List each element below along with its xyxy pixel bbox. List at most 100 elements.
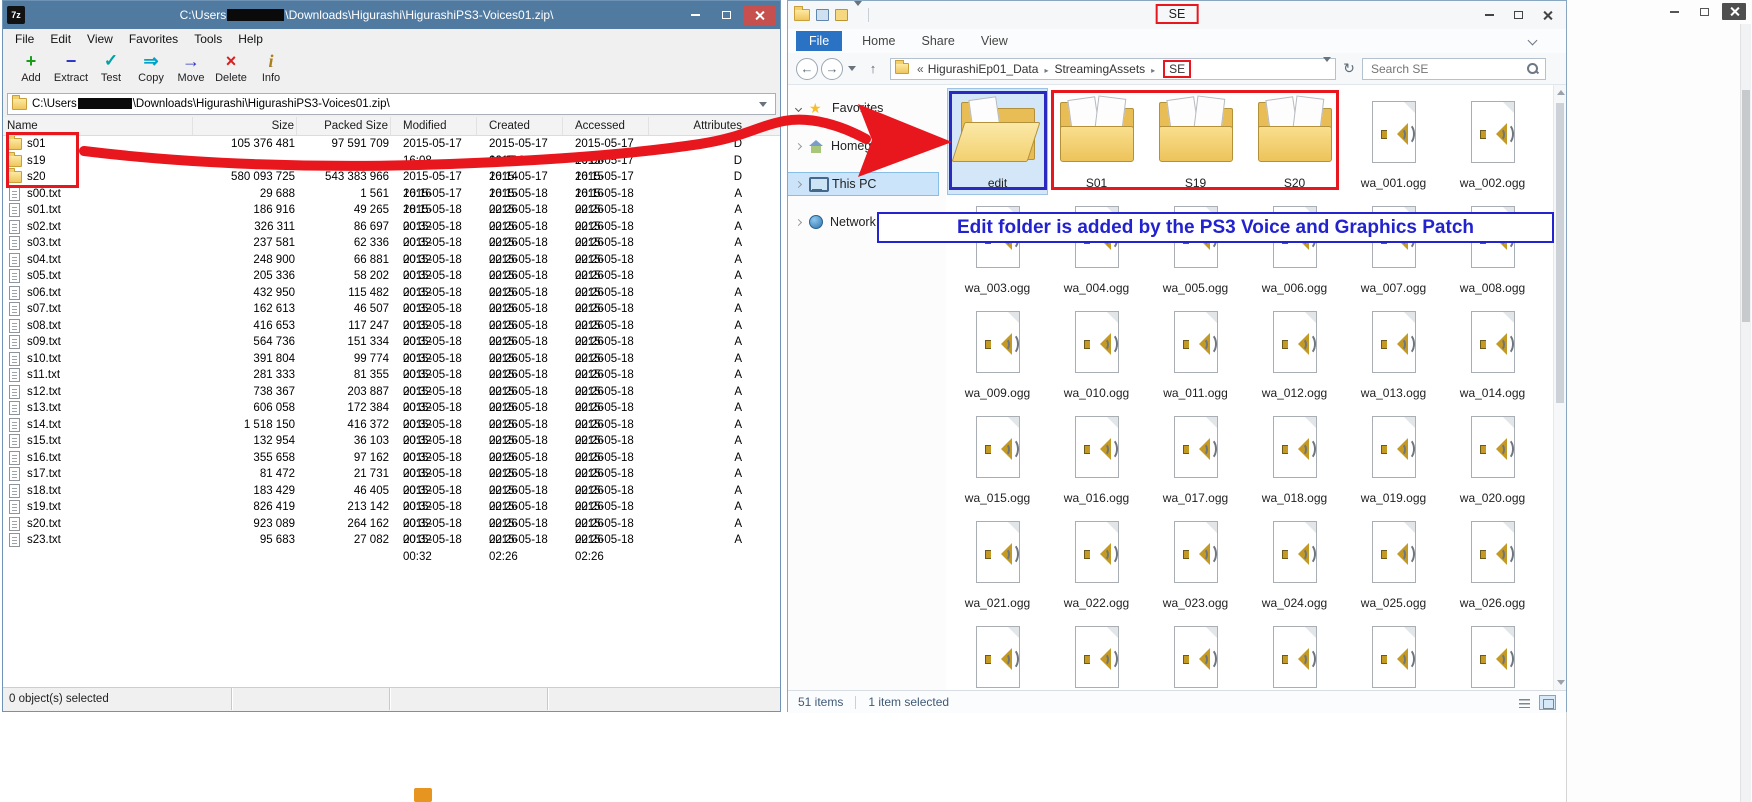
file-row[interactable]: s20580 093 725543 383 9662015-05-17 16:1… [3,169,780,186]
up-button[interactable] [862,59,884,79]
sidebar-item-this-pc[interactable]: This PC [788,173,938,195]
explorer-scrollbar[interactable] [1553,85,1566,690]
file-row[interactable]: s09.txt564 736151 3342015-05-18 00:32201… [3,334,780,351]
grid-file[interactable] [1047,614,1146,690]
address-dropdown-button[interactable] [755,94,771,114]
grid-file-wa_001.ogg[interactable]: wa_001.ogg [1344,89,1443,194]
file-row[interactable]: s04.txt248 90066 8812015-05-18 00:322015… [3,252,780,269]
file-row[interactable]: s192015-05-17 16:142015-05-17 16:15D [3,153,780,170]
refresh-button[interactable] [1340,58,1358,80]
breadcrumb-item[interactable]: StreamingAssets [1054,62,1145,76]
grid-file[interactable] [948,614,1047,690]
qat-dropdown-icon[interactable] [854,6,862,24]
grid-file[interactable] [1443,614,1542,690]
menu-item-help[interactable]: Help [230,30,271,48]
sevenzip-titlebar[interactable]: 7z C:\Users\Downloads\Higurashi\Higurash… [3,1,780,29]
breadcrumb-item[interactable]: HigurashiEp01_Data [928,62,1039,76]
file-row[interactable]: s01105 376 48197 591 7092015-05-17 16:08… [3,136,780,153]
file-row[interactable]: s12.txt738 367203 8872015-05-18 00:32201… [3,384,780,401]
grid-file-wa_021.ogg[interactable]: wa_021.ogg [948,509,1047,614]
expander-icon[interactable] [795,104,802,111]
menu-item-favorites[interactable]: Favorites [121,30,186,48]
scroll-up-icon[interactable] [1557,90,1565,95]
explorer-titlebar[interactable]: SE [788,1,1566,29]
grid-file-wa_009.ogg[interactable]: wa_009.ogg [948,299,1047,404]
grid-file-wa_018.ogg[interactable]: wa_018.ogg [1245,404,1344,509]
large-icons-view-button[interactable] [1539,695,1556,710]
search-input[interactable] [1369,61,1526,77]
grid-file-wa_016.ogg[interactable]: wa_016.ogg [1047,404,1146,509]
toolbar-delete-button[interactable]: ×Delete [211,51,251,84]
bg-scrollbar-thumb[interactable] [1742,90,1750,322]
file-row[interactable]: s19.txt826 419213 1422015-05-18 00:32201… [3,499,780,516]
file-row[interactable]: s08.txt416 653117 2472015-05-18 00:32201… [3,318,780,335]
file-row[interactable]: s06.txt432 950115 4822015-05-18 00:32201… [3,285,780,302]
grid-file-wa_008.ogg[interactable]: wa_008.ogg [1443,194,1542,299]
sidebar-item-network[interactable]: Network [788,211,946,233]
grid-file[interactable] [1146,614,1245,690]
column-header-size[interactable]: Size [193,117,297,135]
toolbar-test-button[interactable]: ✓Test [91,51,131,84]
file-row[interactable]: s05.txt205 33658 2022015-05-18 00:322015… [3,268,780,285]
grid-file-wa_002.ogg[interactable]: wa_002.ogg [1443,89,1542,194]
bg-maximize-button[interactable] [1692,3,1716,20]
sidebar-item-homegroup[interactable]: Homegroup [788,135,946,157]
recent-locations-dropdown[interactable] [846,66,858,71]
address-bar[interactable]: «HigurashiEp01_DataStreamingAssetsSE [890,58,1336,80]
column-header-name[interactable]: Name [3,117,193,135]
back-button[interactable] [796,58,818,80]
tab-view[interactable]: View [981,34,1008,48]
grid-folder-edit[interactable]: edit [948,89,1047,194]
grid-file[interactable] [1245,614,1344,690]
column-header-mod[interactable]: Modified [391,117,477,135]
qat-newfolder-icon[interactable] [835,9,848,21]
toolbar-extract-button[interactable]: −Extract [51,51,91,84]
toolbar-add-button[interactable]: +Add [11,51,51,84]
grid-file[interactable] [1344,614,1443,690]
maximize-button[interactable] [712,6,741,25]
grid-folder-S01[interactable]: S01 [1047,89,1146,194]
toolbar-copy-button[interactable]: ⇒Copy [131,51,171,84]
file-row[interactable]: s18.txt183 42946 4052015-05-18 00:322015… [3,483,780,500]
file-row[interactable]: s02.txt326 31186 6972015-05-18 00:322015… [3,219,780,236]
details-view-button[interactable] [1516,695,1533,710]
file-row[interactable]: s17.txt81 47221 7312015-05-18 00:322015-… [3,466,780,483]
column-header-acc[interactable]: Accessed [563,117,649,135]
zip-address-bar[interactable]: C:\Users\Downloads\Higurashi\HigurashiPS… [7,93,776,115]
column-header-cre[interactable]: Created [477,117,563,135]
grid-file-wa_019.ogg[interactable]: wa_019.ogg [1344,404,1443,509]
search-icon[interactable] [1526,62,1539,75]
file-row[interactable]: s20.txt923 089264 1622015-05-18 00:32201… [3,516,780,533]
grid-file-wa_023.ogg[interactable]: wa_023.ogg [1146,509,1245,614]
bg-scrollbar[interactable] [1740,24,1751,802]
grid-file-wa_025.ogg[interactable]: wa_025.ogg [1344,509,1443,614]
tab-file[interactable]: File [796,31,842,51]
qat-properties-icon[interactable] [816,9,829,21]
grid-file-wa_020.ogg[interactable]: wa_020.ogg [1443,404,1542,509]
grid-file-wa_017.ogg[interactable]: wa_017.ogg [1146,404,1245,509]
grid-file-wa_004.ogg[interactable]: wa_004.ogg [1047,194,1146,299]
column-header-packed[interactable]: Packed Size [297,117,391,135]
file-row[interactable]: s13.txt606 058172 3842015-05-18 00:32201… [3,400,780,417]
expander-icon[interactable] [795,142,802,149]
menu-item-view[interactable]: View [79,30,121,48]
close-button[interactable] [743,6,776,25]
grid-file-wa_005.ogg[interactable]: wa_005.ogg [1146,194,1245,299]
search-box[interactable] [1362,58,1546,80]
file-row[interactable]: s10.txt391 80499 7742015-05-18 00:322015… [3,351,780,368]
file-row[interactable]: s03.txt237 58162 3362015-05-18 00:322015… [3,235,780,252]
file-row[interactable]: s00.txt29 6881 5612015-05-17 18:152015-0… [3,186,780,203]
toolbar-info-button[interactable]: iInfo [251,51,291,84]
address-dropdown-icon[interactable] [1323,62,1331,76]
file-row[interactable]: s01.txt186 91649 2652015-05-18 00:322015… [3,202,780,219]
grid-file-wa_015.ogg[interactable]: wa_015.ogg [948,404,1047,509]
tab-home[interactable]: Home [862,34,895,48]
tab-share[interactable]: Share [922,34,955,48]
grid-file-wa_007.ogg[interactable]: wa_007.ogg [1344,194,1443,299]
breadcrumb-item[interactable]: SE [1163,60,1191,78]
close-button[interactable] [1535,6,1560,24]
grid-file-wa_014.ogg[interactable]: wa_014.ogg [1443,299,1542,404]
menu-item-file[interactable]: File [7,30,42,48]
scroll-down-icon[interactable] [1557,680,1565,685]
file-row[interactable]: s15.txt132 95436 1032015-05-18 00:322015… [3,433,780,450]
